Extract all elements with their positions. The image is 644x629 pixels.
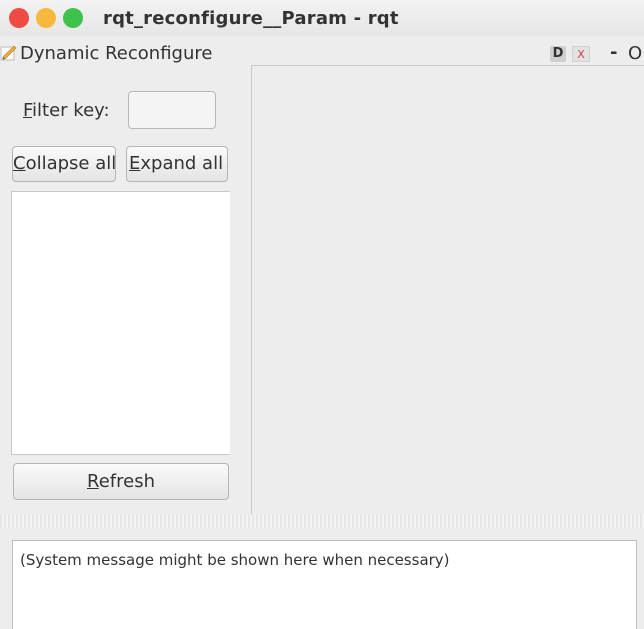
- expand-all-label: xpand all: [140, 153, 224, 174]
- title-bar: rqt_reconfigure__Param - rqt: [0, 0, 644, 36]
- close-icon[interactable]: [9, 8, 29, 28]
- minimize-icon[interactable]: [36, 8, 56, 28]
- filter-key-input[interactable]: [128, 91, 216, 129]
- filter-key-label: Filter key:: [23, 100, 110, 121]
- dock-close-button[interactable]: X: [572, 46, 590, 62]
- splitter-handle[interactable]: [0, 514, 644, 528]
- refresh-mnemonic: R: [87, 471, 99, 492]
- parameter-editor-pane: [251, 65, 644, 514]
- refresh-button[interactable]: Refresh: [13, 463, 229, 500]
- collapse-all-label: ollapse all: [25, 153, 116, 174]
- system-message-box: (System message might be shown here when…: [12, 540, 637, 629]
- filter-key-label-text: ilter key:: [32, 100, 110, 121]
- dock-header: Dynamic Reconfigure D X - O: [0, 38, 644, 68]
- dock-minimize-button[interactable]: -: [610, 42, 617, 63]
- filter-key-mnemonic: F: [23, 100, 33, 121]
- collapse-all-button[interactable]: Collapse all: [12, 146, 116, 182]
- collapse-all-mnemonic: C: [13, 153, 26, 174]
- dock-d-button[interactable]: D: [550, 46, 566, 62]
- refresh-label: efresh: [98, 471, 155, 492]
- system-message-text: (System message might be shown here when…: [20, 551, 450, 569]
- window-controls: [9, 8, 83, 28]
- dock-title: Dynamic Reconfigure: [20, 43, 213, 64]
- expand-all-mnemonic: E: [129, 153, 141, 174]
- maximize-icon[interactable]: [63, 8, 83, 28]
- edit-pencil-icon: [0, 45, 17, 61]
- rqt-window: rqt_reconfigure__Param - rqt Dynamic Rec…: [0, 0, 644, 629]
- node-tree-view[interactable]: [11, 191, 230, 455]
- dock-options-button[interactable]: O: [628, 43, 642, 64]
- window-title: rqt_reconfigure__Param - rqt: [103, 7, 399, 29]
- expand-all-button[interactable]: Expand all: [126, 146, 228, 182]
